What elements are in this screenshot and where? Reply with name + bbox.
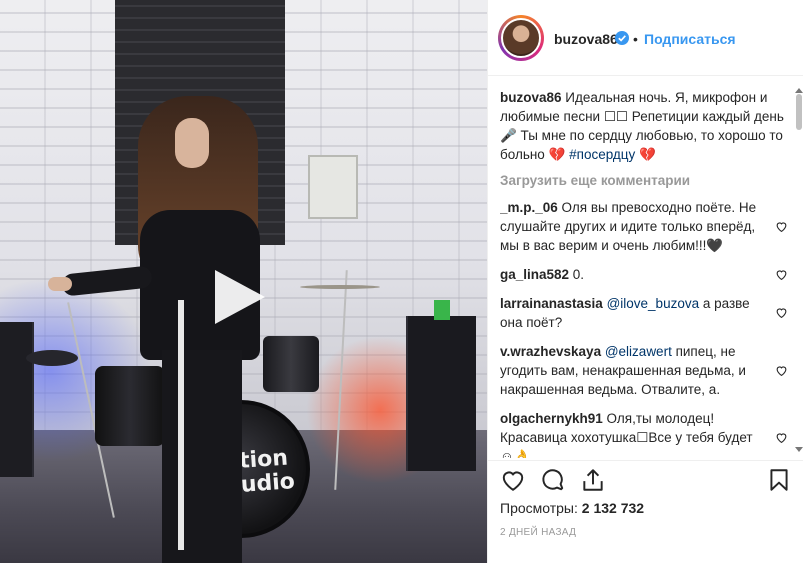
green-cup: [434, 300, 450, 320]
jumpsuit-stripe: [178, 300, 184, 550]
heart-icon[interactable]: [500, 467, 526, 493]
cymbal: [300, 285, 380, 289]
performer-legs: [162, 350, 242, 563]
comment-item: ga_lina582 0.: [500, 265, 790, 284]
caption-username[interactable]: buzova86: [500, 90, 562, 105]
verified-badge-icon: [615, 31, 629, 45]
heart-icon[interactable]: [775, 431, 788, 444]
post-video[interactable]: tion udio: [0, 0, 487, 563]
play-icon[interactable]: [207, 266, 269, 328]
post-sidebar: buzova86 • Подписаться buzova86 Идеальна…: [487, 0, 803, 563]
load-more-comments-button[interactable]: Загрузить еще комментарии: [500, 173, 790, 188]
comment-mention[interactable]: @elizawert: [605, 344, 672, 359]
comment-item: v.wrazhevskaya @elizawert пипец, не угод…: [500, 342, 790, 399]
post-date[interactable]: 2 дней назад: [500, 527, 576, 538]
comment-username[interactable]: olgachernykh91: [500, 411, 603, 426]
drum-stool: [26, 350, 78, 366]
comment-item: larrainanastasia @ilove_buzova а разве о…: [500, 294, 790, 332]
comment-username[interactable]: v.wrazhevskaya: [500, 344, 601, 359]
views-number: 2 132 732: [581, 500, 645, 516]
heart-icon[interactable]: [775, 364, 788, 377]
speaker-right: [406, 316, 476, 471]
avatar[interactable]: [498, 15, 544, 61]
follow-button[interactable]: Подписаться: [644, 31, 736, 47]
view-count: Просмотры: 2 132 732: [500, 500, 644, 516]
avatar-image: [501, 18, 541, 58]
bookmark-icon[interactable]: [766, 467, 792, 493]
caption-tail: 💔: [635, 147, 656, 162]
comment-item: olgachernykh91 Оля,ты молодец! Красавица…: [500, 409, 790, 458]
header-username[interactable]: buzova86: [554, 31, 618, 47]
comment-username[interactable]: ga_lina582: [500, 267, 569, 282]
rack-tom: [263, 336, 319, 392]
header-separator: •: [633, 31, 638, 47]
heart-icon[interactable]: [775, 268, 788, 281]
post-caption: buzova86 Идеальная ночь. Я, микрофон и л…: [500, 88, 790, 164]
comment-username[interactable]: larrainanastasia: [500, 296, 603, 311]
performer-hand: [48, 277, 72, 291]
heart-icon[interactable]: [775, 306, 788, 319]
performer-face: [175, 118, 209, 168]
scroll-down-arrow-icon[interactable]: [795, 447, 803, 452]
post-actions: Просмотры: 2 132 732 2 дней назад: [488, 460, 803, 563]
comment-mention[interactable]: @ilove_buzova: [607, 296, 700, 311]
share-icon[interactable]: [580, 467, 606, 493]
post-header: buzova86 • Подписаться: [488, 0, 803, 76]
scroll-up-arrow-icon[interactable]: [795, 88, 803, 93]
floor-tom: [95, 366, 165, 446]
comment-item: _m.p._06 Оля вы превосходно поёте. Не сл…: [500, 198, 790, 255]
scrollbar-thumb[interactable]: [796, 94, 802, 130]
caption-hashtag[interactable]: #посердцу: [569, 147, 635, 162]
comments-list[interactable]: buzova86 Идеальная ночь. Я, микрофон и л…: [500, 88, 790, 458]
comment-username[interactable]: _m.p._06: [500, 200, 558, 215]
kick-drum-logo: tion udio: [238, 445, 296, 498]
comments-scrollbar[interactable]: [794, 88, 803, 458]
views-label: Просмотры:: [500, 500, 578, 516]
electrical-box: [308, 155, 358, 219]
comment-icon[interactable]: [540, 467, 566, 493]
speaker-left: [0, 322, 34, 477]
comment-text: 0.: [569, 267, 585, 282]
heart-icon[interactable]: [775, 220, 788, 233]
